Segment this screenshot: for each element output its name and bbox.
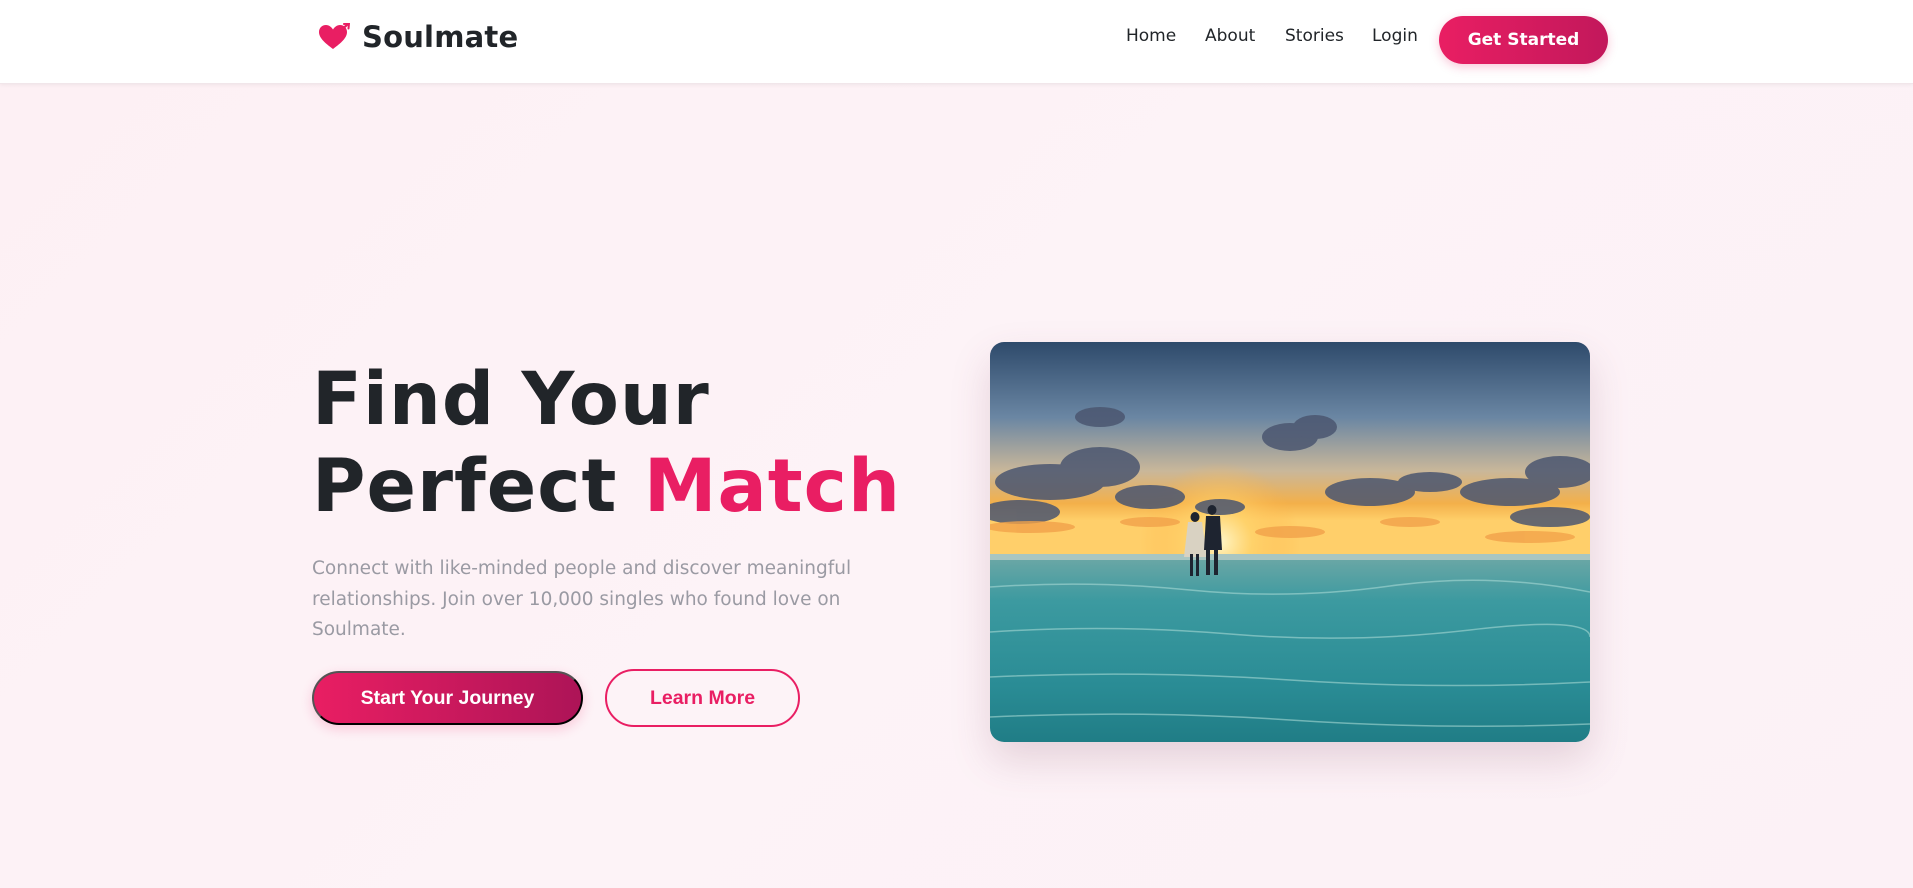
nav-stories-link[interactable]: Stories [1285, 26, 1344, 46]
hero-title-accent: Match [643, 444, 901, 529]
get-started-button[interactable]: Get Started [1439, 16, 1608, 64]
brand-name: Soulmate [362, 20, 519, 54]
nav-about-link[interactable]: About [1205, 26, 1255, 46]
hero-title: Find Your Perfect Match [312, 356, 901, 530]
hero-title-line2: Perfect [312, 444, 644, 529]
learn-more-button[interactable]: Learn More [605, 669, 800, 727]
nav-login-link[interactable]: Login [1372, 26, 1418, 46]
heart-arrow-icon [319, 23, 350, 49]
nav-home-link[interactable]: Home [1126, 26, 1176, 46]
brand-logo-link[interactable]: Soulmate [318, 20, 518, 54]
hero-title-line1: Find Your [312, 357, 710, 442]
start-journey-button[interactable]: Start Your Journey [312, 671, 583, 725]
hero-subtitle: Connect with like-minded people and disc… [312, 558, 852, 640]
hero-image [990, 342, 1590, 742]
navbar: Soulmate Home About Stories Login Get St… [0, 0, 1913, 84]
beach-sunset-photo [990, 342, 1590, 742]
